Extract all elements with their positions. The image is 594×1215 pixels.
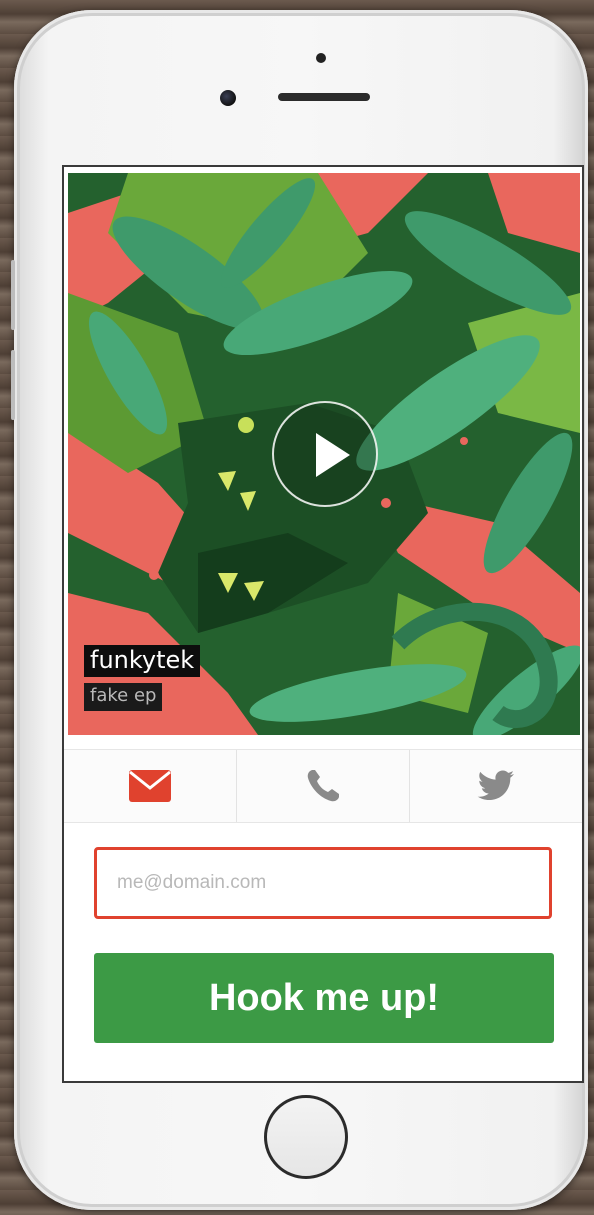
- hook-me-up-button[interactable]: Hook me up!: [94, 953, 554, 1043]
- play-button[interactable]: [272, 401, 378, 507]
- release-title: fake ep: [84, 683, 163, 711]
- front-camera: [220, 90, 236, 106]
- tab-email[interactable]: [64, 750, 237, 822]
- phone-screen: funkytek fake ep Hook me up: [62, 165, 584, 1083]
- envelope-icon: [129, 770, 171, 802]
- twitter-bird-icon: [477, 770, 514, 800]
- volume-button: [11, 260, 15, 330]
- home-button[interactable]: [264, 1095, 348, 1179]
- play-icon: [316, 433, 350, 477]
- tab-twitter[interactable]: [410, 750, 582, 822]
- artist-name: funkytek: [84, 645, 201, 677]
- contact-method-tabs: [64, 749, 582, 823]
- phone-icon: [307, 770, 339, 802]
- album-cover-art: funkytek fake ep: [68, 173, 580, 735]
- phone-device-frame: funkytek fake ep Hook me up: [11, 10, 588, 1210]
- volume-button: [11, 350, 15, 420]
- proximity-sensor: [316, 53, 326, 63]
- tab-phone[interactable]: [237, 750, 410, 822]
- email-input[interactable]: [94, 847, 552, 919]
- earpiece-speaker: [278, 93, 370, 101]
